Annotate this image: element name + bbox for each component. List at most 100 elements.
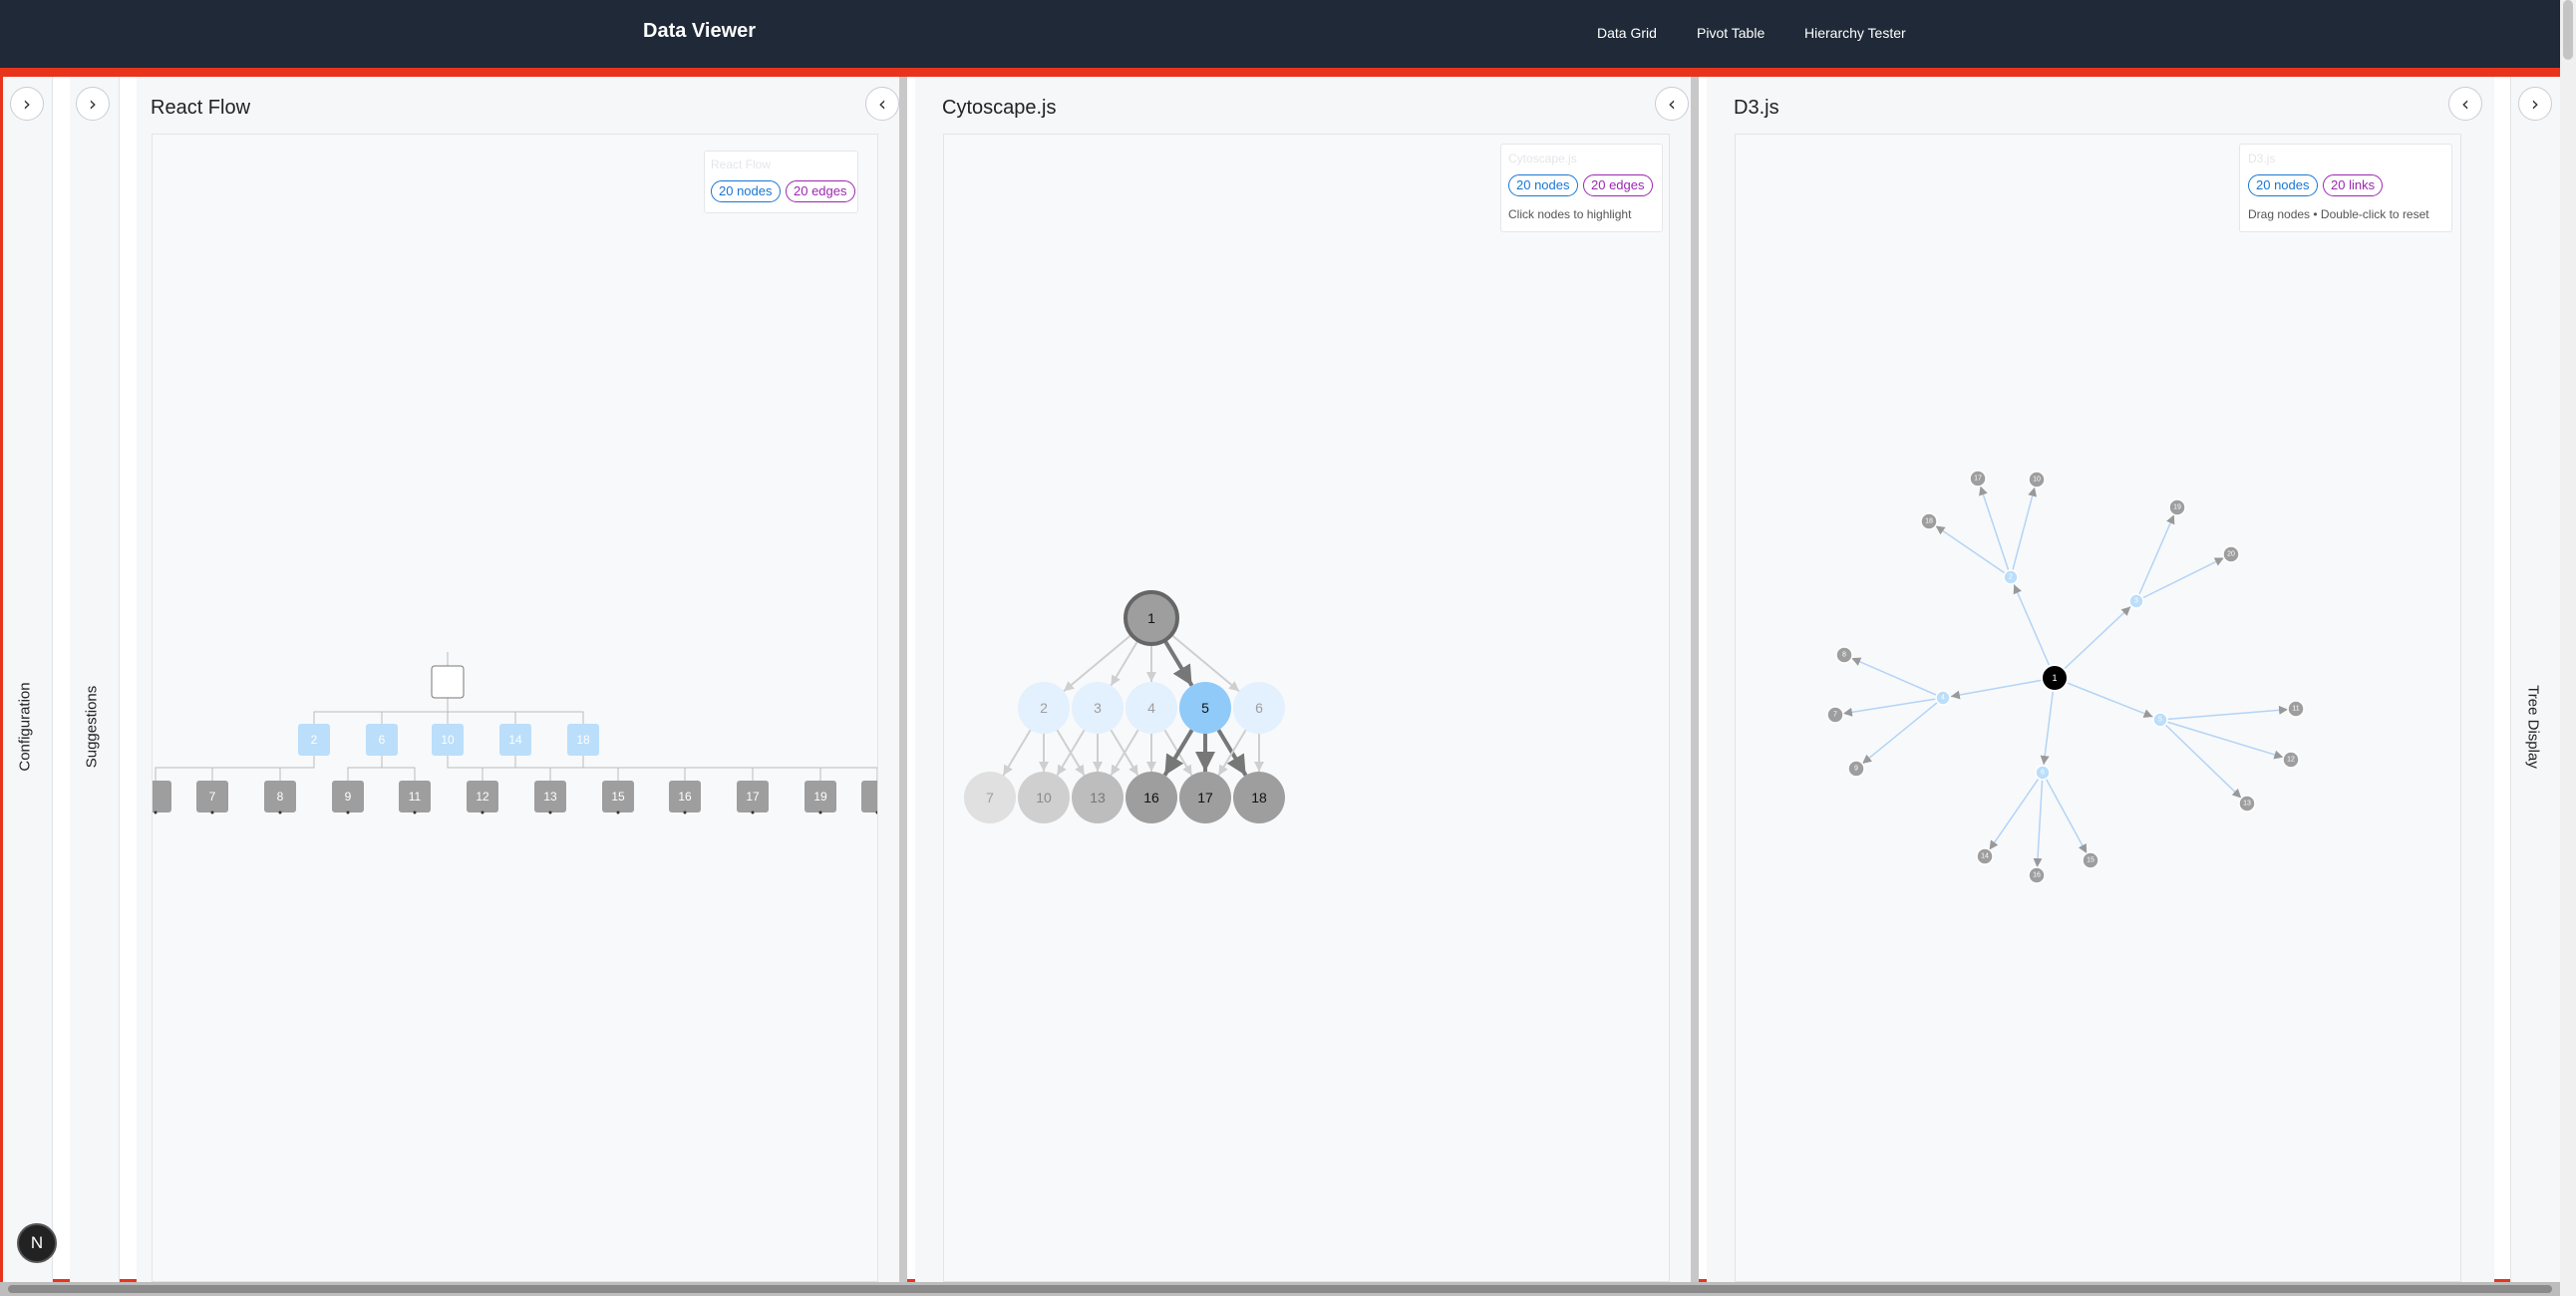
node-handle [616,810,620,814]
node-handle [346,810,350,814]
react-flow-canvas[interactable]: React Flow 20 nodes 20 edges 2 6 10 14 18 7 8 9… [152,134,878,1282]
edge [381,698,449,724]
node-label: 2 [1040,700,1048,716]
vertical-scrollbar-thumb[interactable] [2563,0,2573,60]
node-label: 3 [1094,700,1102,716]
expand-configuration-button[interactable]: › [10,87,44,121]
node-label: 9 [345,790,352,804]
edge [279,756,315,781]
node-label: 18 [1925,518,1933,525]
node-label: 20 [2227,551,2235,558]
node-label: 16 [2033,872,2041,879]
configuration-label[interactable]: Configuration [17,682,34,771]
node-handle [278,810,282,814]
node-label: 1 [1147,610,1155,626]
panel-title: React Flow [151,97,251,119]
node [861,781,877,812]
node-handle [210,810,214,814]
node-label: 7 [1833,712,1837,719]
edge [582,756,877,781]
edge [1002,729,1032,777]
node-label: 8 [1842,652,1846,659]
tree-display-sidebar: › Tree Display [2510,77,2560,1282]
node-label: 19 [2173,504,2181,511]
link [2135,514,2175,602]
link [1842,697,1944,717]
node-label: 16 [678,790,692,804]
nav-pivot-table[interactable]: Pivot Table [1697,25,1765,41]
link [2033,772,2044,868]
edge [1110,639,1139,687]
node-label: 4 [1941,695,1945,702]
node-label: 13 [543,790,557,804]
node-label: 15 [611,790,625,804]
link [2135,556,2225,602]
node-label: 1 [2052,673,2057,683]
node-label: 18 [576,733,590,747]
expand-tree-display-button[interactable]: › [2518,87,2552,121]
dev-tools-badge[interactable]: N [17,1223,57,1263]
d3-canvas[interactable]: D3.js 20 nodes 20 links Drag nodes • Dou… [1735,134,2461,1282]
expand-suggestions-button[interactable]: › [76,87,110,121]
node-handle [683,810,687,814]
link [2159,705,2289,721]
link [1979,486,2012,578]
horizontal-scrollbar-thumb[interactable] [8,1285,2552,1293]
nav-data-grid[interactable]: Data Grid [1597,25,1657,41]
node-label: 13 [2243,801,2251,808]
node-label: 16 [1143,790,1159,806]
link [1935,524,2012,578]
link [2042,772,2088,854]
node-label: 10 [441,733,455,747]
panel-title: Cytoscape.js [942,97,1057,119]
cytoscape-graph: 1 2 3 4 5 6 7 10 13 16 17 18 [964,590,1285,823]
node-label: 6 [379,733,386,747]
nav-hierarchy-tester[interactable]: Hierarchy Tester [1804,25,1906,41]
node-handle [751,810,755,814]
link [1861,697,1944,765]
node-label: 17 [1197,790,1213,806]
panel-resize-handle[interactable] [899,77,907,1282]
suggestions-sidebar: › Suggestions [70,77,120,1282]
d3-graph: 2 3 4 5 6 7 8 9 10 11 12 13 14 15 16 17 18 19 20 1 [1826,470,2305,884]
edge [381,756,416,781]
node-label: 3 [2134,598,2138,605]
node [153,781,171,812]
node-label: 11 [2292,706,2299,713]
collapse-panel-button[interactable]: ‹ [2448,87,2482,121]
node-label: 15 [2087,857,2094,864]
node-label: 10 [1036,790,1052,806]
node-label: 17 [746,790,760,804]
node-label: 7 [986,790,994,806]
node-label: 12 [2287,757,2295,764]
collapse-panel-button[interactable]: ‹ [865,87,899,121]
node-root [431,665,465,699]
panel-resize-handle[interactable] [1691,77,1699,1282]
cytoscape-canvas[interactable]: Cytoscape.js 20 nodes 20 edges Click nod… [943,134,1670,1282]
suggestions-label[interactable]: Suggestions [84,686,101,769]
node-label: 7 [209,790,216,804]
node-label: 11 [409,790,422,804]
react-flow-graph: 2 6 10 14 18 7 8 9 11 12 13 15 16 17 19 [153,652,877,814]
node-handle [818,810,822,814]
node-label: 17 [1974,476,1982,483]
node-handle [548,810,552,814]
node-label: 18 [1251,790,1267,806]
collapse-panel-button[interactable]: ‹ [1655,87,1689,121]
configuration-sidebar: › Configuration [3,77,53,1282]
node-label: 10 [2033,477,2041,484]
node-handle [481,810,484,814]
node-label: 13 [1090,790,1106,806]
vertical-scrollbar[interactable] [2560,0,2576,1296]
node-label: 6 [2041,770,2045,777]
tree-display-label[interactable]: Tree Display [2525,685,2542,769]
edge [347,756,383,781]
node-label: 12 [476,790,489,804]
node-label: 19 [813,790,827,804]
node-label: 5 [2158,717,2162,724]
link [2010,486,2037,578]
node-label: 9 [1854,766,1858,773]
node-handle [413,810,417,814]
link [1988,772,2044,850]
node-label: 14 [508,733,522,747]
